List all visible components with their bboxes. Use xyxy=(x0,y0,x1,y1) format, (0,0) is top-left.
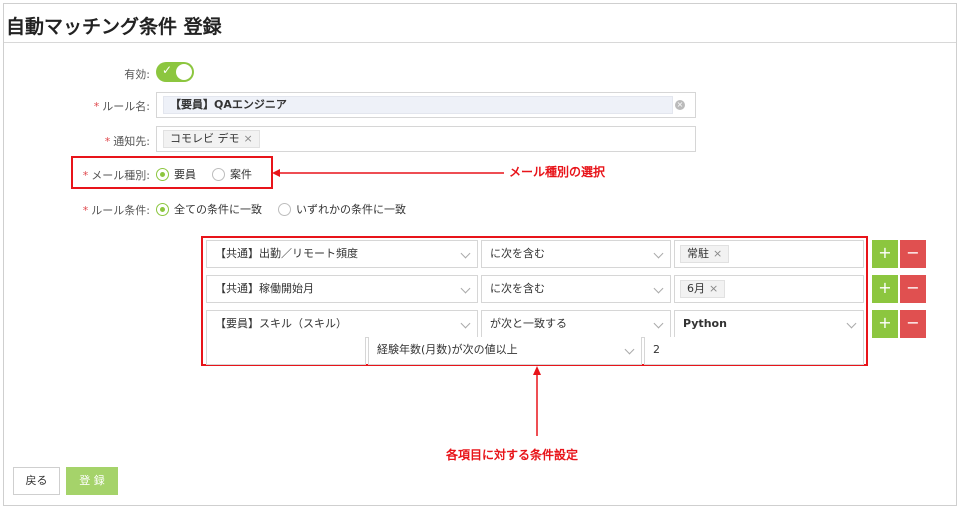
notify-label: * 通知先: xyxy=(104,135,150,148)
remove-condition-button[interactable]: − xyxy=(900,310,926,338)
remove-tag-icon[interactable]: × xyxy=(709,282,718,295)
remove-tag-icon[interactable]: × xyxy=(713,247,722,260)
radio-icon xyxy=(278,202,291,216)
condition-operator-3[interactable]: が次と一致する xyxy=(481,310,671,338)
radio-selected-icon xyxy=(156,202,169,216)
chevron-down-icon xyxy=(460,248,471,259)
condition-field-3[interactable]: 【要員】スキル（スキル） xyxy=(206,310,478,338)
toggle-knob xyxy=(176,64,192,80)
chevron-down-icon xyxy=(460,318,471,329)
save-button[interactable]: 登 録 xyxy=(66,467,118,495)
chevron-down-icon xyxy=(460,283,471,294)
rule-cond-radio-group: 全ての条件に一致 いずれかの条件に一致 xyxy=(156,201,422,217)
rule-cond-label: * ルール条件: xyxy=(82,204,150,217)
annotation-arrow xyxy=(533,366,541,436)
back-button[interactable]: 戻る xyxy=(13,467,60,495)
condition-operator-2[interactable]: に次を含む xyxy=(481,275,671,303)
condition-value-1[interactable]: 常駐 × xyxy=(674,240,864,268)
remove-condition-button[interactable]: − xyxy=(900,275,926,303)
rule-cond-option-all[interactable]: 全ての条件に一致 xyxy=(156,201,262,217)
condition-value-2[interactable]: 6月 × xyxy=(674,275,864,303)
check-icon: ✓ xyxy=(162,63,173,77)
notify-tag[interactable]: コモレビ デモ × xyxy=(163,130,260,148)
chevron-down-icon xyxy=(653,318,664,329)
rule-name-label: * ルール名: xyxy=(93,100,150,113)
value-tag[interactable]: 常駐 × xyxy=(680,245,730,263)
chevron-down-icon xyxy=(846,318,857,329)
add-condition-button[interactable]: + xyxy=(872,240,898,268)
condition-value-3[interactable]: Python xyxy=(674,310,864,338)
add-condition-button[interactable]: + xyxy=(872,310,898,338)
mail-type-highlight xyxy=(71,156,273,189)
rule-name-input[interactable]: 【要員】QAエンジニア × xyxy=(156,92,696,118)
clear-icon[interactable]: × xyxy=(675,100,685,110)
condition-operator-1[interactable]: に次を含む xyxy=(481,240,671,268)
condition-field-2[interactable]: 【共通】稼働開始月 xyxy=(206,275,478,303)
rule-cond-option-any[interactable]: いずれかの条件に一致 xyxy=(278,201,406,217)
remove-condition-button[interactable]: − xyxy=(900,240,926,268)
sub-condition-value[interactable]: 2 xyxy=(644,337,864,365)
enabled-toggle[interactable]: ✓ xyxy=(156,62,194,82)
chevron-down-icon xyxy=(653,283,664,294)
sub-condition-field[interactable]: 経験年数(月数)が次の値以上 xyxy=(368,337,642,365)
annotation-conditions: 各項目に対する条件設定 xyxy=(446,448,579,462)
page-title: 自動マッチング条件 登録 xyxy=(6,16,222,38)
sub-condition-spacer xyxy=(206,337,366,365)
chevron-down-icon xyxy=(624,344,635,355)
condition-field-1[interactable]: 【共通】出勤／リモート頻度 xyxy=(206,240,478,268)
value-tag[interactable]: 6月 × xyxy=(680,280,726,298)
annotation-mail-type: メール種別の選択 xyxy=(509,165,606,179)
add-condition-button[interactable]: + xyxy=(872,275,898,303)
annotation-arrow xyxy=(272,169,504,177)
rule-name-value: 【要員】QAエンジニア xyxy=(163,96,673,114)
remove-tag-icon[interactable]: × xyxy=(244,132,253,145)
notify-input[interactable]: コモレビ デモ × xyxy=(156,126,696,152)
chevron-down-icon xyxy=(653,248,664,259)
enabled-label: 有効: xyxy=(124,68,150,81)
title-divider xyxy=(4,42,956,43)
